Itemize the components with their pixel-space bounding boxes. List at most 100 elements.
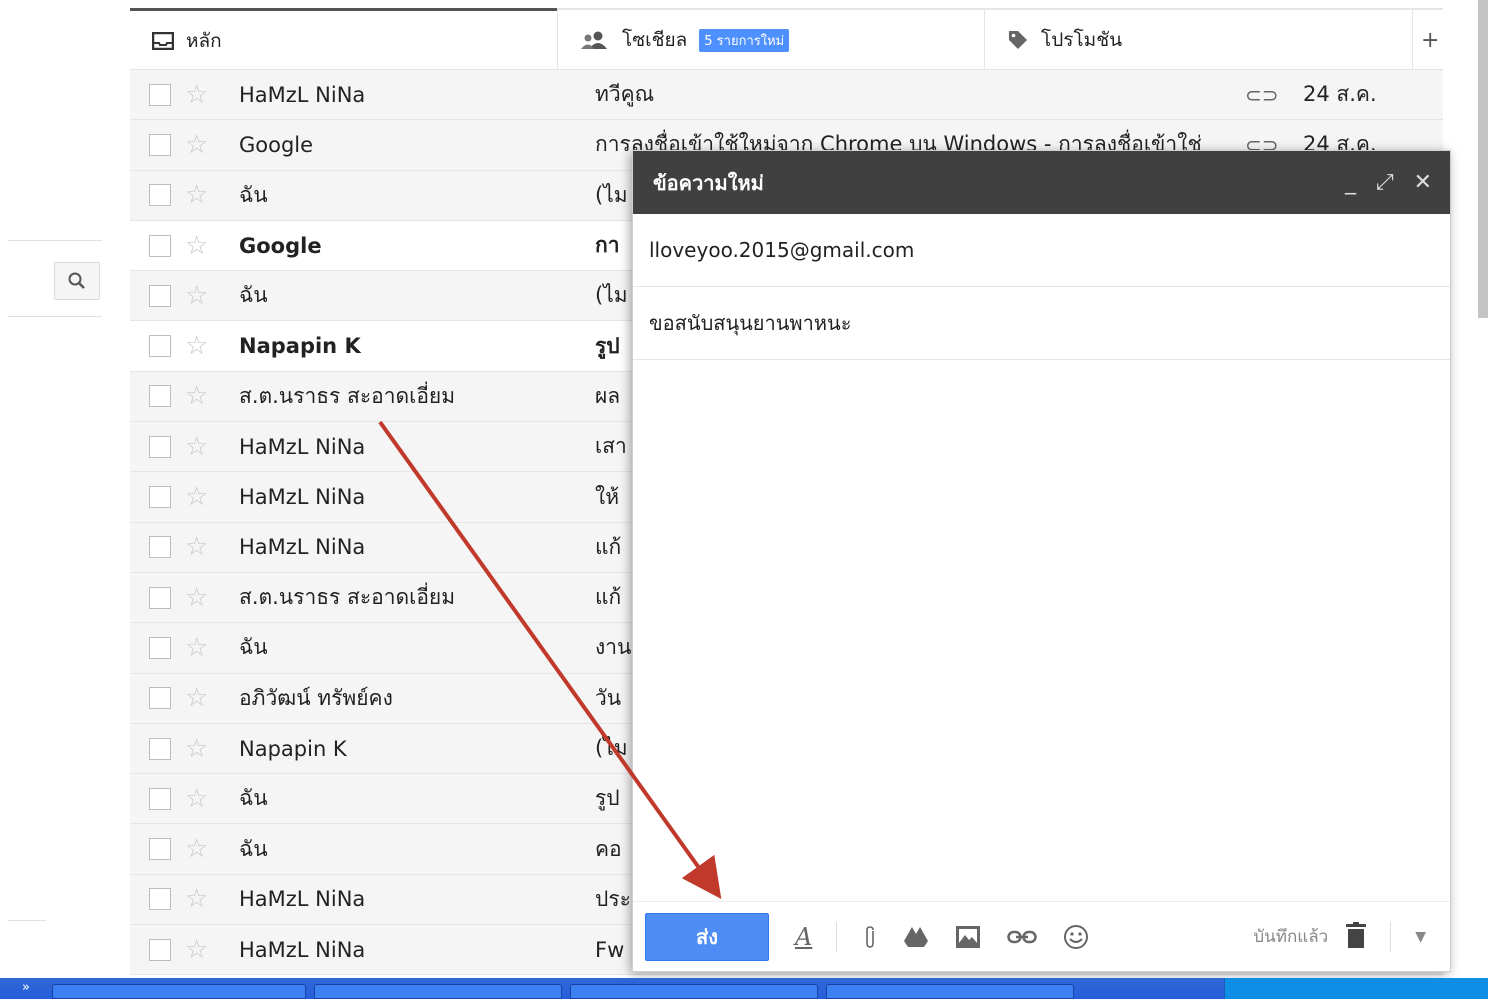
divider [1390,921,1392,952]
tab-label: หลัก [186,29,222,52]
divider [8,240,102,241]
add-tab-button[interactable]: + [1412,8,1443,70]
search-icon [68,272,85,289]
select-checkbox[interactable] [149,184,171,207]
drive-icon[interactable] [903,926,929,948]
attachment-icon: ⊂⊃ [1245,82,1279,107]
select-checkbox[interactable] [149,435,171,458]
scrollbar-thumb[interactable] [1478,0,1488,318]
compose-title: ข้อความใหม่ [653,170,764,195]
mail-row[interactable]: ☆ HaMzL NiNa ทวีคูณ ⊂⊃ 24 ส.ค. [130,70,1443,121]
select-checkbox[interactable] [149,335,171,358]
star-icon[interactable]: ☆ [185,884,215,914]
select-checkbox[interactable] [149,284,171,307]
star-icon[interactable]: ☆ [185,482,215,512]
message-body[interactable] [633,360,1450,905]
date-label: 24 ส.ค. [1303,82,1377,107]
chevron-down-icon[interactable]: ▼ [1415,929,1426,945]
sender-name: HaMzL NiNa [239,485,366,510]
star-icon[interactable]: ☆ [185,80,215,110]
link-icon[interactable] [1007,929,1038,945]
star-icon[interactable]: ☆ [185,331,215,361]
sender-name: HaMzL NiNa [239,887,366,912]
sender-name: Google [239,233,322,258]
emoji-icon[interactable] [1063,924,1089,950]
tab-social[interactable]: โซเชียล 5 รายการใหม่ [557,8,984,70]
taskbar-button[interactable] [313,984,562,999]
select-checkbox[interactable] [149,888,171,911]
compose-header: ข้อความใหม่ _ ⤢ ✕ [633,151,1450,214]
star-icon[interactable]: ☆ [185,130,215,160]
star-icon[interactable]: ☆ [185,180,215,210]
star-icon[interactable]: ☆ [185,834,215,864]
photo-icon[interactable] [955,925,981,949]
star-icon[interactable]: ☆ [185,935,215,965]
draft-saved-label: บันทึกแล้ว [1253,927,1329,947]
select-checkbox[interactable] [149,234,171,257]
select-checkbox[interactable] [149,787,171,810]
minimize-icon[interactable]: _ [1345,170,1356,195]
taskbar-button[interactable] [569,984,818,999]
star-icon[interactable]: ☆ [185,432,215,462]
close-icon[interactable]: ✕ [1414,170,1432,195]
taskbar-button[interactable] [825,984,1074,999]
divider [836,921,838,952]
tab-label: โซเชียล [622,29,688,51]
select-checkbox[interactable] [149,687,171,710]
compose-window: ข้อความใหม่ _ ⤢ ✕ lloveyoo.2015@gmail.co… [632,150,1451,972]
new-items-badge: 5 รายการใหม่ [699,28,790,52]
inbox-icon [152,31,174,50]
sender-name: Google [239,132,314,157]
tab-promotions[interactable]: โปรโมชัน [984,8,1412,70]
star-icon[interactable]: ☆ [185,281,215,311]
send-button[interactable]: ส่ง [645,912,769,961]
sender-name: ฉัน [239,182,268,207]
select-checkbox[interactable] [149,83,171,106]
sender-name: ฉัน [239,786,268,811]
select-checkbox[interactable] [149,737,171,760]
system-tray [1224,978,1488,999]
sender-name: HaMzL NiNa [239,434,366,459]
sender-name: HaMzL NiNa [239,937,366,962]
sender-name: Napapin K [239,736,347,761]
expand-icon[interactable]: ⤢ [1376,170,1394,195]
sender-name: ส.ต.นราธร สะอาดเอี่ยม [239,585,456,610]
star-icon[interactable]: ☆ [185,583,215,613]
sender-name: ฉัน [239,283,268,308]
select-checkbox[interactable] [149,838,171,861]
sender-name: อภิวัฒน์ ทรัพย์คง [239,685,393,710]
star-icon[interactable]: ☆ [185,231,215,261]
sender-name: ฉัน [239,635,268,660]
star-icon[interactable]: ☆ [185,381,215,411]
compose-toolbar: ส่ง A บันทึกแล้ว ▼ [633,901,1450,971]
chevron-icon[interactable]: » [22,980,30,995]
star-icon[interactable]: ☆ [185,532,215,562]
sender-name: HaMzL NiNa [239,82,366,107]
sender-name: ส.ต.นราธร สะอาดเอี่ยม [239,383,456,408]
select-checkbox[interactable] [149,586,171,609]
select-checkbox[interactable] [149,938,171,961]
taskbar-button[interactable] [51,984,306,999]
star-icon[interactable]: ☆ [185,734,215,764]
tag-icon [1009,31,1027,49]
people-icon [581,31,607,49]
sender-name: Napapin K [239,334,361,359]
taskbar: » [0,978,1488,999]
star-icon[interactable]: ☆ [185,633,215,663]
sender-name: HaMzL NiNa [239,535,366,560]
to-field[interactable]: lloveyoo.2015@gmail.com [633,214,1450,287]
subject-field[interactable]: ขอสนับสนุนยานพาหนะ [633,287,1450,360]
trash-icon[interactable] [1346,921,1367,952]
star-icon[interactable]: ☆ [185,784,215,814]
select-checkbox[interactable] [149,536,171,559]
star-icon[interactable]: ☆ [185,683,215,713]
formatting-icon[interactable]: A [795,923,812,951]
select-checkbox[interactable] [149,486,171,509]
select-checkbox[interactable] [149,133,171,156]
search-button[interactable] [54,262,100,300]
tab-label: โปรโมชัน [1041,29,1123,51]
select-checkbox[interactable] [149,385,171,408]
tab-primary[interactable]: หลัก [130,8,557,70]
attach-icon[interactable] [863,925,877,949]
select-checkbox[interactable] [149,636,171,659]
